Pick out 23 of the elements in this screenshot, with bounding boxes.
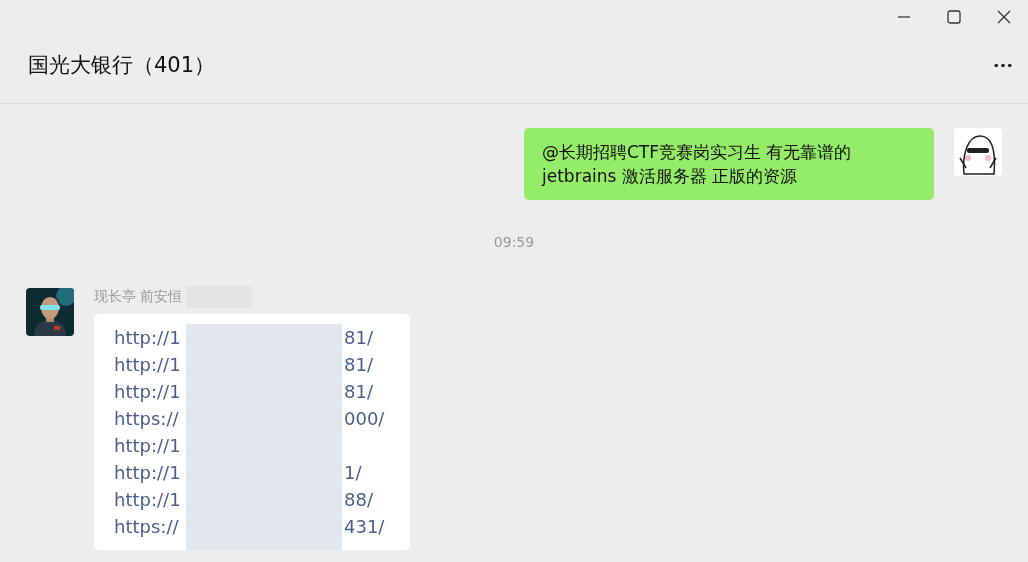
link-text[interactable]: 431/ bbox=[344, 513, 385, 540]
link-text[interactable]: 1/ bbox=[344, 459, 362, 486]
link-text[interactable]: http://1 bbox=[114, 486, 188, 513]
link-text[interactable]: http://1 bbox=[114, 432, 188, 459]
sticker-avatar[interactable] bbox=[954, 128, 1002, 176]
link-text[interactable]: https:// bbox=[114, 405, 188, 432]
link-text[interactable]: http://1 bbox=[114, 378, 188, 405]
maximize-button[interactable] bbox=[946, 9, 962, 25]
link-text[interactable]: http://1 bbox=[114, 324, 188, 351]
link-text[interactable]: 81/ bbox=[344, 324, 373, 351]
link-text[interactable]: https:// bbox=[114, 513, 188, 540]
close-button[interactable] bbox=[996, 9, 1012, 25]
link-text[interactable]: 000/ bbox=[344, 405, 385, 432]
timestamp: 09:59 bbox=[493, 234, 535, 250]
link-text[interactable]: http://1 bbox=[114, 459, 188, 486]
link-text[interactable]: 88/ bbox=[344, 486, 373, 513]
link-text[interactable]: 81/ bbox=[344, 351, 373, 378]
chat-title: 国光大银行（401） bbox=[28, 52, 216, 79]
link-text[interactable]: http://1 bbox=[114, 351, 188, 378]
message-bubble: @长期招聘CTF竞赛岗实习生 有无靠谱的 jetbrains 激活服务器 正版的资源 bbox=[524, 128, 934, 200]
more-icon[interactable] bbox=[994, 62, 1012, 68]
link-text[interactable]: 81/ bbox=[344, 378, 373, 405]
sender-name: 现长亭 前安恒 bbox=[94, 288, 183, 306]
